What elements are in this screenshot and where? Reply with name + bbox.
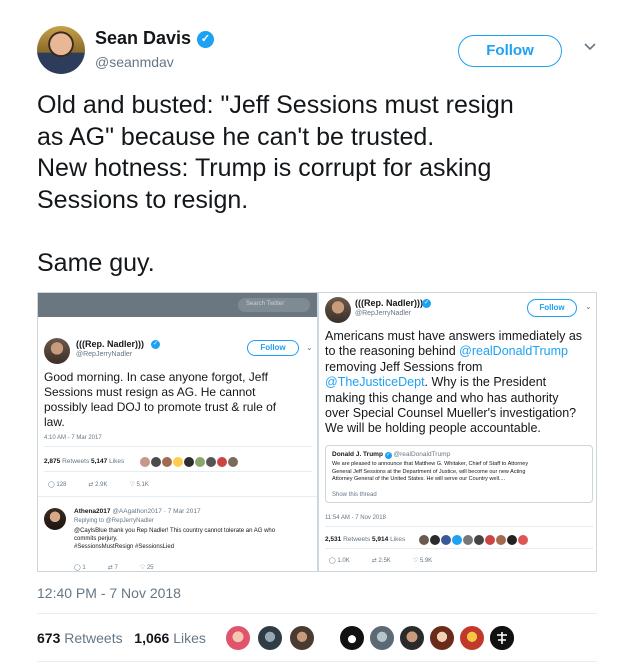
nadler-2018-tweet-text: Americans must have answers immediately … [325,329,583,436]
nadler-avatar [325,297,351,323]
liker-avatar[interactable] [370,626,394,650]
author-name[interactable]: Sean Davis [95,28,191,49]
action-bar: ◯ 1.0K ⇄ 2.5K ♡ 5.9K [329,557,432,564]
retweet-icon: ⇄ 2.5K [371,558,391,564]
like-icon: ♡ 5.9K [412,558,433,564]
liker-avatar[interactable] [290,626,314,650]
show-thread-link: Show this thread [332,492,377,498]
retweet-count[interactable]: 673 [37,630,60,646]
nadler-name: (((Rep. Nadler))) [355,298,423,308]
author-avatar[interactable] [37,26,85,74]
embedded-screenshot-left[interactable]: Search Twitter (((Rep. Nadler))) ✓ @RepJ… [37,292,318,572]
author-handle[interactable]: @seanmdav [95,54,174,70]
tweet-timestamp[interactable]: 12:40 PM - 7 Nov 2018 [37,585,181,601]
reply-action-bar: ◯ 1 ⇄ 7 ♡ 25 [74,564,154,571]
verified-badge-icon: ✓ [197,31,214,48]
verified-badge-icon: ✓ [422,299,431,308]
twitter-topbar: Search Twitter [38,293,317,317]
follow-button: Follow [247,340,299,356]
liker-avatar[interactable] [430,626,454,650]
like-icon: ♡ 5.1K [129,482,149,488]
quoted-header: Donald J. Trump ✓ @realDonaldTrump [332,451,451,459]
mention-link: @realDonaldTrump [459,344,568,359]
retweet-icon: ⇄ 2.9K [88,482,108,488]
liker-avatars-more [340,626,514,650]
tweet-text: Old and busted: "Jeff Sessions must resi… [37,91,514,277]
liker-avatar[interactable] [226,626,250,650]
liker-avatar[interactable] [340,626,364,650]
divider [44,446,312,447]
tweet-time: 4:10 AM - 7 Mar 2017 [44,435,102,441]
liker-avatar[interactable] [460,626,484,650]
chevron-down-icon[interactable] [581,40,599,58]
reply-header: Athena2017 @AAgathon2017 · 7 Mar 2017 [74,508,201,515]
chevron-down-icon: ⌄ [306,343,313,352]
nadler-handle: @RepJerryNadler [355,310,412,317]
mention-link: @TheJusticeDept [325,375,425,390]
reply-icon: ◯ 1 [74,565,86,571]
likers-faces [419,535,528,545]
like-count[interactable]: 1,066 [134,630,169,646]
action-bar: ◯ 128 ⇄ 2.9K ♡ 5.1K [48,481,149,488]
nadler-name: (((Rep. Nadler))) [76,339,144,349]
nadler-handle: @RepJerryNadler [76,351,133,358]
like-icon: ♡ 25 [139,565,154,571]
divider [325,548,593,549]
engagement-stats: 2,531 Retweets 5,914 Likes [325,536,406,543]
reply-icon: ◯ 128 [48,482,67,488]
retweets-label[interactable]: Retweets [64,630,122,646]
embedded-screenshot-right[interactable]: (((Rep. Nadler))) ✓ @RepJerryNadler Foll… [318,292,597,572]
engagement-counts: 673 Retweets 1,066 Likes [37,630,206,646]
liker-avatar[interactable] [258,626,282,650]
divider [37,661,597,662]
quoted-tweet: Donald J. Trump ✓ @realDonaldTrump We ar… [325,445,593,503]
follow-button[interactable]: Follow [458,35,562,67]
nadler-2017-tweet-text: Good morning. In case anyone forgot, Jef… [44,370,277,429]
reply-text: @CaylsBlue thank you Rep Nadler! This co… [74,528,276,550]
replying-to: Replying to @RepJerryNadler [74,518,154,524]
liker-avatars [226,626,314,650]
divider [38,496,317,497]
divider [44,471,312,472]
divider [325,526,593,527]
verified-badge-icon: ✓ [384,452,392,459]
liker-avatar[interactable] [400,626,424,650]
retweet-icon: ⇄ 7 [107,565,118,571]
follow-button: Follow [527,299,577,317]
likers-faces [140,457,238,467]
search-input[interactable]: Search Twitter [238,298,310,312]
reply-avatar [44,508,66,530]
reply-icon: ◯ 1.0K [329,558,350,564]
nadler-avatar [44,338,70,364]
chevron-down-icon: ⌄ [585,302,592,311]
verified-badge-icon: ✓ [151,340,160,349]
tweet-time: 11:54 AM - 7 Nov 2018 [325,515,386,521]
divider [37,613,597,614]
liker-avatar[interactable] [490,626,514,650]
engagement-stats: 2,875 Retweets 5,147 Likes [44,458,125,465]
likes-label[interactable]: Likes [173,630,206,646]
quoted-text: We are pleased to announce that Matthew … [332,461,529,482]
